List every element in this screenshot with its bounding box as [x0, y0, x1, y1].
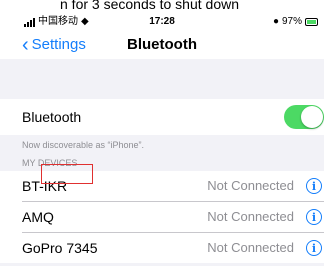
device-status: Not Connected [207, 240, 294, 255]
navigation-bar: ‹ Settings Bluetooth [0, 31, 324, 59]
device-name: GoPro 7345 [22, 240, 98, 256]
signal-icon [24, 17, 35, 27]
discoverable-note: Now discoverable as “iPhone”. [22, 140, 145, 150]
bluetooth-label: Bluetooth [22, 109, 82, 125]
device-status: Not Connected [207, 178, 294, 193]
battery-percent: 97% [281, 16, 302, 27]
info-icon[interactable]: i [306, 240, 322, 256]
status-bar: 中国移动 ◆ 17:28 ● 97% [0, 13, 324, 31]
highlight-box [41, 164, 93, 184]
device-row[interactable]: AMQ Not Connected i [0, 202, 324, 232]
info-icon[interactable]: i [306, 209, 322, 225]
devices-list: BT-IKR Not Connected i AMQ Not Connected… [0, 171, 324, 263]
bluetooth-toggle[interactable] [284, 105, 324, 129]
carrier-name: 中国移动 [38, 16, 78, 27]
carrier-info: 中国移动 ◆ [24, 15, 89, 29]
bluetooth-toggle-row: Bluetooth [0, 99, 324, 135]
status-time: 17:28 [149, 16, 175, 27]
info-icon[interactable]: i [306, 178, 322, 194]
alarm-icon: ● [272, 16, 279, 27]
battery-icon [305, 18, 318, 26]
device-row[interactable]: GoPro 7345 Not Connected i [0, 233, 324, 263]
section-spacer [0, 59, 324, 99]
device-name: AMQ [22, 209, 54, 225]
page-title: Bluetooth [127, 36, 197, 53]
toggle-knob [301, 106, 323, 128]
status-right: ● 97% [273, 15, 318, 29]
device-status: Not Connected [207, 209, 294, 224]
phone-screen: 中国移动 ◆ 17:28 ● 97% ‹ Settings Bluetooth … [0, 13, 324, 266]
wifi-icon: ◆ [81, 16, 89, 27]
caption-text: n for 3 seconds to shut down [60, 0, 239, 12]
